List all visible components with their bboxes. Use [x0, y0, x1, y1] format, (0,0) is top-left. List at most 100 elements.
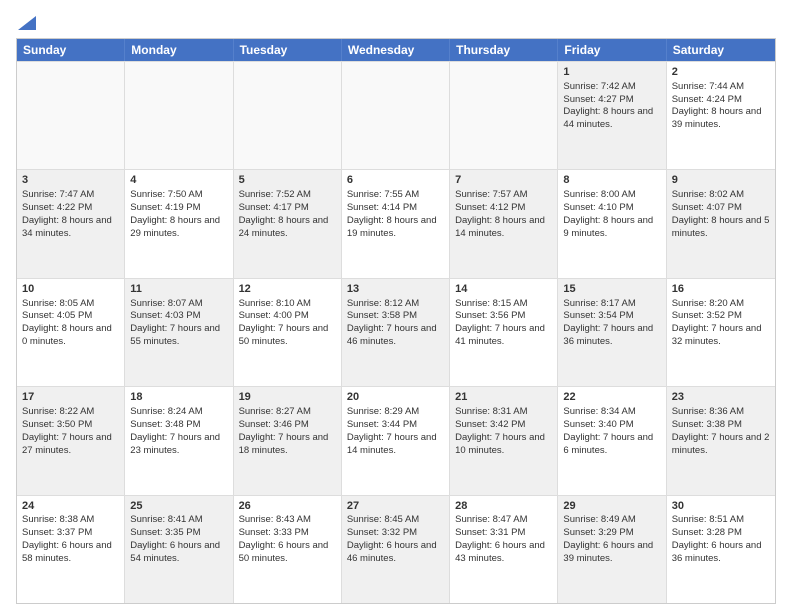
day-number: 24 — [22, 499, 119, 514]
sunset-text: Sunset: 4:03 PM — [130, 310, 200, 321]
calendar-cell — [17, 62, 125, 169]
sunset-text: Sunset: 3:28 PM — [672, 527, 742, 538]
daylight-text: Daylight: 6 hours and 54 minutes. — [130, 540, 220, 564]
sunrise-text: Sunrise: 7:55 AM — [347, 189, 419, 200]
sunrise-text: Sunrise: 7:42 AM — [563, 81, 635, 92]
sunrise-text: Sunrise: 8:22 AM — [22, 406, 94, 417]
sunset-text: Sunset: 4:07 PM — [672, 202, 742, 213]
sunrise-text: Sunrise: 8:51 AM — [672, 514, 744, 525]
sunset-text: Sunset: 3:32 PM — [347, 527, 417, 538]
daylight-text: Daylight: 7 hours and 46 minutes. — [347, 323, 437, 347]
calendar-header: SundayMondayTuesdayWednesdayThursdayFrid… — [17, 39, 775, 61]
sunset-text: Sunset: 3:58 PM — [347, 310, 417, 321]
calendar-cell: 30Sunrise: 8:51 AM Sunset: 3:28 PM Dayligh… — [667, 496, 775, 603]
daylight-text: Daylight: 7 hours and 6 minutes. — [563, 432, 653, 456]
sunset-text: Sunset: 3:54 PM — [563, 310, 633, 321]
sunrise-text: Sunrise: 8:43 AM — [239, 514, 311, 525]
sunset-text: Sunset: 4:24 PM — [672, 94, 742, 105]
calendar-cell: 27Sunrise: 8:45 AMSunset: 3:32 PMDayligh… — [342, 496, 450, 603]
day-number: 30 — [672, 499, 770, 514]
sunset-text: Sunset: 3:48 PM — [130, 419, 200, 430]
daylight-text: Daylight: 8 hours and 29 minutes. — [130, 215, 220, 239]
sunrise-text: Sunrise: 7:57 AM — [455, 189, 527, 200]
calendar-cell: 2Sunrise: 7:44 AMSunset: 4:24 PMDaylight… — [667, 62, 775, 169]
sunrise-text: Sunrise: 8:34 AM — [563, 406, 635, 417]
sunset-text: Sunset: 3:37 PM — [22, 527, 92, 538]
sunset-text: Sunset: 3:56 PM — [455, 310, 525, 321]
page-container: SundayMondayTuesdayWednesdayThursdayFrid… — [0, 0, 792, 612]
daylight-text: Daylight: 6 hours and 50 minutes. — [239, 540, 329, 564]
daylight-text: Daylight: 7 hours and 50 minutes. — [239, 323, 329, 347]
daylight-text: Daylight: 8 hours and 44 minutes. — [563, 106, 653, 130]
daylight-text: Daylight: 8 hours and 19 minutes. — [347, 215, 437, 239]
calendar-cell: 17Sunrise: 8:22 AMSunset: 3:50 PMDayligh… — [17, 387, 125, 494]
sunset-text: Sunset: 3:40 PM — [563, 419, 633, 430]
day-number: 14 — [455, 282, 552, 297]
sunset-text: Sunset: 3:29 PM — [563, 527, 633, 538]
sunset-text: Sunset: 4:10 PM — [563, 202, 633, 213]
calendar-cell: 15Sunrise: 8:17 AMSunset: 3:54 PMDayligh… — [558, 279, 666, 386]
daylight-text: Daylight: 6 hours and 36 minutes. — [672, 540, 762, 564]
day-number: 6 — [347, 173, 444, 188]
calendar-cell: 19Sunrise: 8:27 AMSunset: 3:46 PMDayligh… — [234, 387, 342, 494]
sunrise-text: Sunrise: 8:38 AM — [22, 514, 94, 525]
calendar-cell: 11Sunrise: 8:07 AMSunset: 4:03 PMDayligh… — [125, 279, 233, 386]
sunset-text: Sunset: 4:14 PM — [347, 202, 417, 213]
sunrise-text: Sunrise: 7:47 AM — [22, 189, 94, 200]
day-number: 20 — [347, 390, 444, 405]
day-number: 12 — [239, 282, 336, 297]
sunrise-text: Sunrise: 7:52 AM — [239, 189, 311, 200]
day-number: 27 — [347, 499, 444, 514]
day-number: 15 — [563, 282, 660, 297]
daylight-text: Daylight: 8 hours and 0 minutes. — [22, 323, 112, 347]
calendar-cell: 21Sunrise: 8:31 AMSunset: 3:42 PMDayligh… — [450, 387, 558, 494]
calendar-row-1: 1Sunrise: 7:42 AMSunset: 4:27 PMDaylight… — [17, 61, 775, 169]
sunset-text: Sunset: 3:42 PM — [455, 419, 525, 430]
daylight-text: Daylight: 7 hours and 32 minutes. — [672, 323, 762, 347]
calendar-row-4: 17Sunrise: 8:22 AMSunset: 3:50 PMDayligh… — [17, 386, 775, 494]
day-number: 19 — [239, 390, 336, 405]
daylight-text: Daylight: 7 hours and 27 minutes. — [22, 432, 112, 456]
calendar-cell — [125, 62, 233, 169]
calendar-cell: 12Sunrise: 8:10 AMSunset: 4:00 PMDayligh… — [234, 279, 342, 386]
daylight-text: Daylight: 7 hours and 2 minutes. — [672, 432, 770, 456]
daylight-text: Daylight: 7 hours and 55 minutes. — [130, 323, 220, 347]
calendar: SundayMondayTuesdayWednesdayThursdayFrid… — [16, 38, 776, 604]
calendar-cell: 8Sunrise: 8:00 AMSunset: 4:10 PMDaylight… — [558, 170, 666, 277]
weekday-header-tuesday: Tuesday — [234, 39, 342, 61]
calendar-cell — [342, 62, 450, 169]
calendar-row-3: 10Sunrise: 8:05 AMSunset: 4:05 PMDayligh… — [17, 278, 775, 386]
calendar-cell: 26Sunrise: 8:43 AMSunset: 3:33 PMDayligh… — [234, 496, 342, 603]
day-number: 13 — [347, 282, 444, 297]
daylight-text: Daylight: 7 hours and 41 minutes. — [455, 323, 545, 347]
logo — [16, 16, 36, 30]
sunset-text: Sunset: 3:46 PM — [239, 419, 309, 430]
header — [16, 12, 776, 30]
sunrise-text: Sunrise: 8:17 AM — [563, 298, 635, 309]
calendar-cell: 16Sunrise: 8:20 AMSunset: 3:52 PMDayligh… — [667, 279, 775, 386]
logo-icon — [18, 16, 36, 30]
sunset-text: Sunset: 4:00 PM — [239, 310, 309, 321]
day-number: 2 — [672, 65, 770, 80]
sunrise-text: Sunrise: 8:24 AM — [130, 406, 202, 417]
day-number: 29 — [563, 499, 660, 514]
calendar-cell: 10Sunrise: 8:05 AMSunset: 4:05 PMDayligh… — [17, 279, 125, 386]
calendar-cell: 22Sunrise: 8:34 AM Sunset: 3:40 PM Dayligh… — [558, 387, 666, 494]
sunrise-text: Sunrise: 8:12 AM — [347, 298, 419, 309]
day-number: 23 — [672, 390, 770, 405]
sunset-text: Sunset: 3:35 PM — [130, 527, 200, 538]
sunset-text: Sunset: 4:22 PM — [22, 202, 92, 213]
sunset-text: Sunset: 3:38 PM — [672, 419, 742, 430]
sunrise-text: Sunrise: 8:29 AM — [347, 406, 419, 417]
sunrise-text: Sunrise: 8:47 AM — [455, 514, 527, 525]
sunrise-text: Sunrise: 8:00 AM — [563, 189, 635, 200]
sunset-text: Sunset: 4:17 PM — [239, 202, 309, 213]
weekday-header-monday: Monday — [125, 39, 233, 61]
sunrise-text: Sunrise: 8:45 AM — [347, 514, 419, 525]
daylight-text: Daylight: 8 hours and 34 minutes. — [22, 215, 112, 239]
sunset-text: Sunset: 3:44 PM — [347, 419, 417, 430]
day-number: 22 — [563, 390, 660, 405]
weekday-header-thursday: Thursday — [450, 39, 558, 61]
sunset-text: Sunset: 3:52 PM — [672, 310, 742, 321]
day-number: 25 — [130, 499, 227, 514]
